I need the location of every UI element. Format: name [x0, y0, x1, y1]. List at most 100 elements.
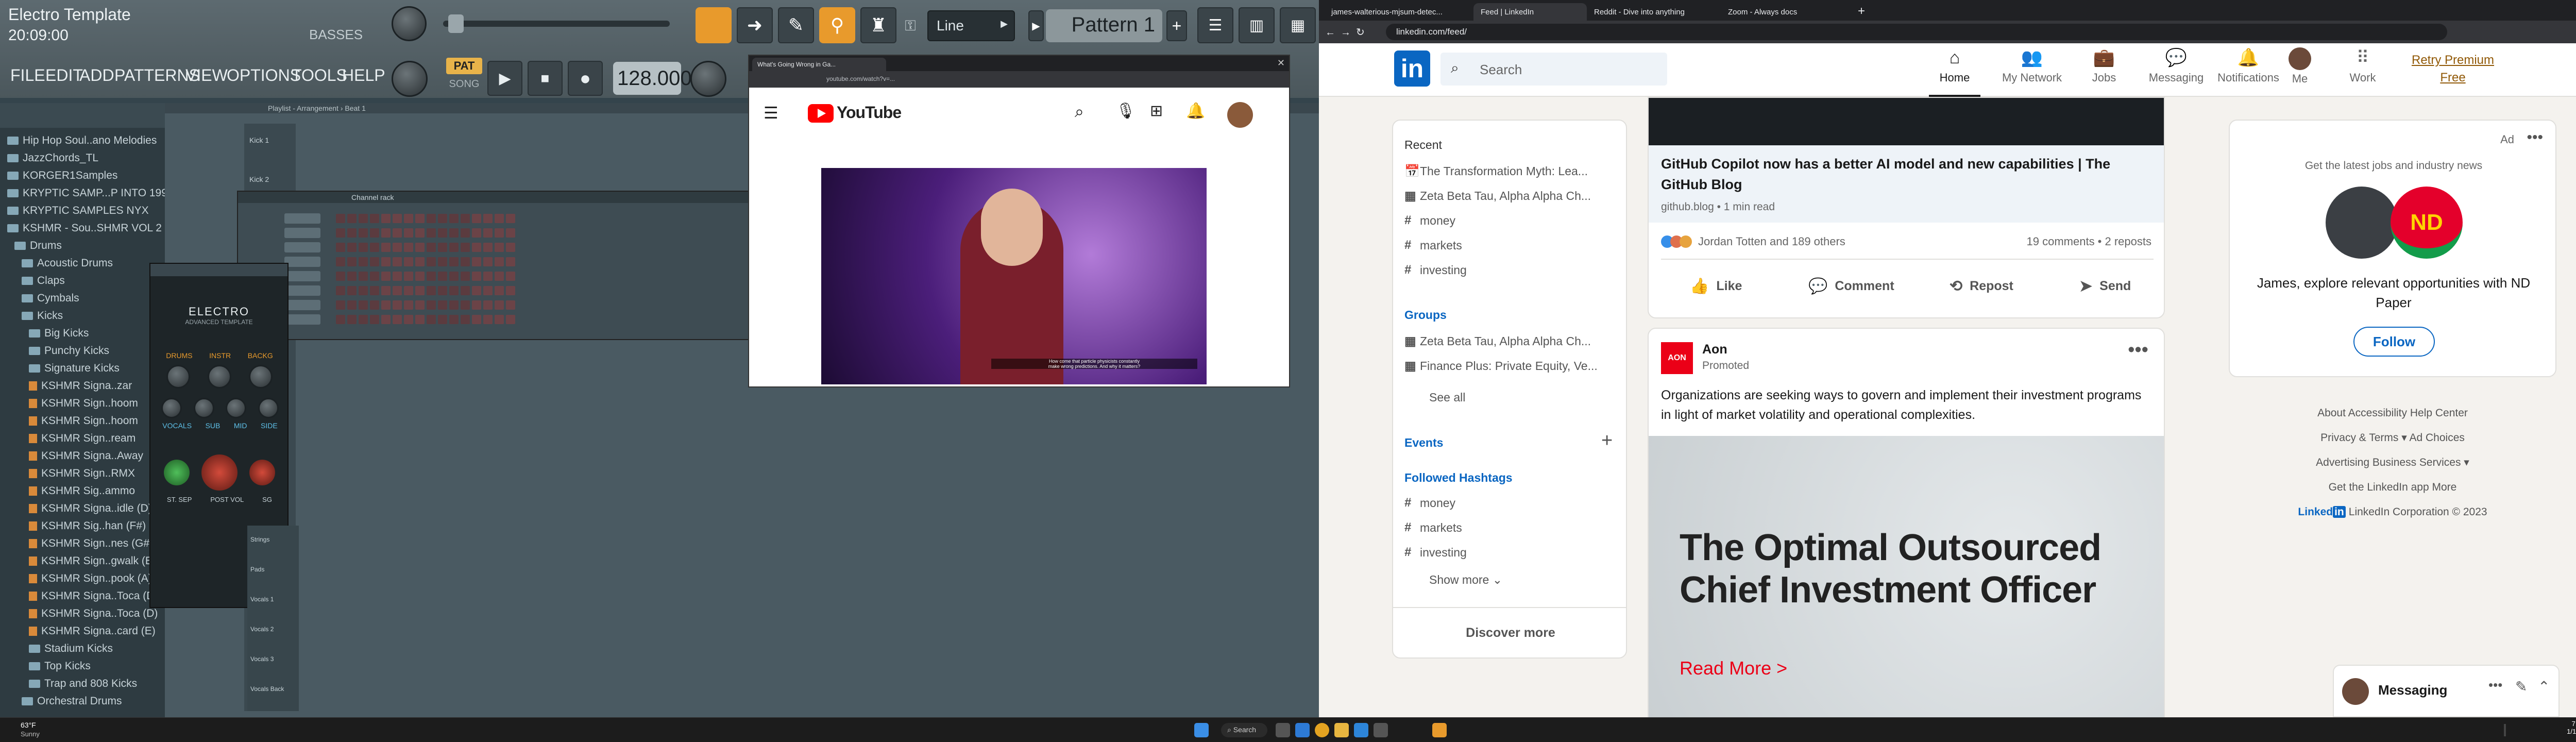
step-button[interactable] — [381, 214, 391, 223]
hashtag-item[interactable]: # investing — [1404, 541, 1467, 564]
groups-title[interactable]: Groups — [1404, 308, 1447, 322]
article-title[interactable]: GitHub Copilot now has a better AI model… — [1661, 154, 2156, 195]
st-sep-knob[interactable] — [163, 460, 190, 485]
nd-paper-logo[interactable]: ND — [2391, 187, 2463, 259]
browser-item[interactable]: Claps — [0, 272, 65, 290]
mixer-track-label[interactable]: Vocals 3 — [250, 655, 274, 663]
nav-messaging[interactable]: 💬 Messaging — [2140, 47, 2212, 97]
chrome-tab-active[interactable]: Feed | LinkedIn — [1473, 3, 1587, 21]
menu-edit[interactable]: EDIT — [45, 66, 83, 85]
see-all-link[interactable]: See all — [1429, 391, 1465, 404]
mixer-track-label[interactable]: Vocals 1 — [250, 596, 274, 603]
step-button[interactable] — [483, 228, 493, 238]
recent-item[interactable]: # markets — [1404, 234, 1462, 257]
step-button[interactable] — [438, 214, 447, 223]
browser-item[interactable]: Hip Hop Soul..ano Melodies — [0, 132, 157, 149]
menu-file[interactable]: FILE — [10, 66, 45, 85]
channel-button[interactable] — [284, 271, 320, 281]
step-button[interactable] — [336, 243, 345, 252]
channel-button[interactable] — [284, 285, 320, 296]
step-button[interactable] — [347, 214, 357, 223]
step-button[interactable] — [381, 243, 391, 252]
youtube-logo[interactable]: YouTube — [837, 103, 902, 122]
step-button[interactable] — [415, 272, 425, 281]
browser-item[interactable]: KRYPTIC SAMP...P INTO 1995 — [0, 184, 174, 202]
nav-buttons[interactable]: ←→↻ — [1325, 26, 1370, 39]
step-button[interactable] — [393, 300, 402, 310]
step-button[interactable] — [483, 272, 493, 281]
footer-link[interactable]: Help Center — [2410, 407, 2468, 419]
group-item[interactable]: ▦ Finance Plus: Private Equity, Ve... — [1404, 355, 1598, 377]
step-button[interactable] — [404, 272, 413, 281]
step-button[interactable] — [427, 228, 436, 238]
bell-icon[interactable]: 🔔 — [1186, 102, 1205, 120]
menu-options[interactable]: OPTIONS — [227, 66, 301, 85]
step-button[interactable] — [381, 315, 391, 324]
create-icon[interactable]: ⊞ — [1150, 102, 1163, 120]
step-button[interactable] — [415, 243, 425, 252]
chrome-tab[interactable]: Reddit - Dive into anything — [1587, 3, 1721, 21]
step-button[interactable] — [370, 315, 379, 324]
recent-item[interactable]: # money — [1404, 209, 1455, 232]
post-vol-knob[interactable] — [201, 454, 238, 491]
step-button[interactable] — [506, 257, 515, 266]
step-button[interactable] — [393, 286, 402, 295]
browser-item[interactable]: KSHMR Signa..idle (D) — [0, 500, 152, 517]
step-button[interactable] — [393, 243, 402, 252]
step-button[interactable] — [495, 272, 504, 281]
step-button[interactable] — [370, 257, 379, 266]
edge-icon[interactable] — [1295, 723, 1310, 737]
drums-knob[interactable] — [166, 365, 190, 389]
browser-item[interactable]: Punchy Kicks — [0, 342, 109, 360]
nav-me[interactable]: Me — [2274, 47, 2326, 97]
step-button[interactable] — [472, 272, 481, 281]
step-button[interactable] — [483, 257, 493, 266]
snap-select[interactable]: Line ▶ — [927, 10, 1015, 41]
step-button[interactable] — [472, 228, 481, 238]
app-icon[interactable] — [1374, 723, 1388, 737]
step-button[interactable] — [483, 286, 493, 295]
step-button[interactable] — [495, 243, 504, 252]
step-button[interactable] — [393, 272, 402, 281]
repost-button[interactable]: ⟲ Repost — [1950, 277, 2013, 295]
events-title[interactable]: Events — [1404, 436, 1443, 450]
step-button[interactable] — [506, 315, 515, 324]
browser-item[interactable]: Signature Kicks — [0, 360, 120, 377]
step-button[interactable] — [404, 257, 413, 266]
step-button[interactable] — [483, 214, 493, 223]
backg-knob[interactable] — [249, 365, 273, 389]
step-button[interactable] — [336, 286, 345, 295]
pat-toggle[interactable]: PAT — [446, 58, 482, 74]
yt-tab[interactable]: What's Going Wrong in Ga... — [752, 58, 886, 71]
browser-item[interactable]: Orchestral Drums — [0, 693, 122, 710]
step-button[interactable] — [472, 243, 481, 252]
mixer-icon[interactable]: ▥ — [1239, 7, 1275, 43]
nav-my-network[interactable]: 👥 My Network — [1996, 47, 2068, 97]
footer-link[interactable]: More — [2432, 481, 2456, 493]
explorer-icon[interactable] — [1334, 723, 1349, 737]
step-button[interactable] — [404, 286, 413, 295]
mid-knob[interactable] — [226, 398, 247, 418]
menu-icon[interactable]: ☰ — [764, 103, 778, 123]
step-button[interactable] — [347, 228, 357, 238]
step-button[interactable] — [347, 257, 357, 266]
step-button[interactable] — [449, 257, 459, 266]
step-button[interactable] — [359, 315, 368, 324]
step-button[interactable] — [461, 243, 470, 252]
step-button[interactable] — [461, 214, 470, 223]
recent-item[interactable]: ▦ Zeta Beta Tau, Alpha Alpha Ch... — [1404, 184, 1591, 207]
step-button[interactable] — [359, 272, 368, 281]
browser-item[interactable]: KORGER1Samples — [0, 167, 117, 184]
pattern-selector[interactable]: Pattern 1 — [1046, 9, 1162, 42]
step-button[interactable] — [427, 243, 436, 252]
step-button[interactable] — [370, 214, 379, 223]
browser-item[interactable]: KRYPTIC SAMPLES NYX — [0, 202, 149, 220]
browser-item[interactable]: KSHMR Sign..ream — [0, 430, 135, 447]
yt-address-bar[interactable]: youtube.com/watch?v=... — [749, 71, 1289, 88]
play-icon[interactable]: ▶ — [487, 61, 522, 96]
step-button[interactable] — [347, 300, 357, 310]
fl-studio-icon[interactable] — [1432, 723, 1447, 737]
main-knob[interactable] — [392, 61, 428, 97]
step-button[interactable] — [381, 228, 391, 238]
recent-item[interactable]: 📅 The Transformation Myth: Lea... — [1404, 160, 1588, 182]
